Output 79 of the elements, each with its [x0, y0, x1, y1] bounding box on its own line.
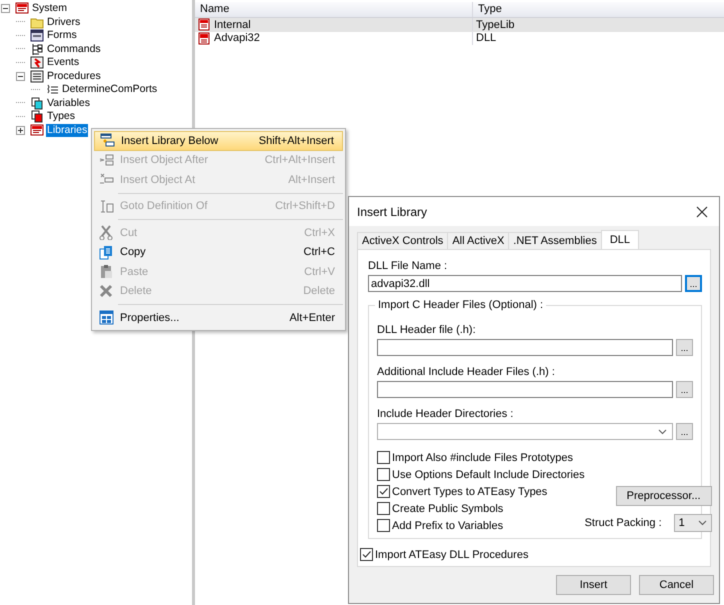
- dialog-button[interactable]: Insert: [556, 575, 631, 595]
- chevron-down-icon: [698, 520, 707, 526]
- list-row[interactable]: Advapi32 DLL: [195, 32, 724, 45]
- text-cursor-icon: [98, 198, 114, 214]
- tree-item[interactable]: Commands: [46, 42, 102, 56]
- input-field[interactable]: advapi32.dll: [368, 275, 682, 292]
- clipboard-icon: [98, 264, 114, 280]
- collapse-icon[interactable]: [1, 4, 10, 14]
- checkbox[interactable]: [377, 451, 390, 464]
- close-icon: [696, 206, 708, 218]
- field-label: Struct Packing :: [584, 517, 662, 529]
- dialog-button[interactable]: Cancel: [639, 575, 714, 595]
- column-header[interactable]: Name: [195, 2, 473, 17]
- list-row[interactable]: Internal TypeLib: [195, 18, 724, 32]
- menu-item[interactable]: Insert Library Below Shift+Alt+Insert: [94, 131, 343, 150]
- scissors-icon: [98, 225, 114, 240]
- table-cell: DLL: [476, 32, 496, 44]
- table-cell: Advapi32: [214, 32, 260, 44]
- window-icon: [15, 2, 29, 16]
- delete-icon: [98, 284, 114, 299]
- variable-icon: [30, 96, 44, 110]
- library-icon: [198, 32, 210, 45]
- tree-item[interactable]: Drivers: [46, 16, 82, 29]
- menu-item[interactable]: Properties... Alt+Enter: [94, 308, 343, 328]
- checkbox-label: Create Public Symbols: [392, 502, 504, 514]
- copy-icon: [98, 244, 114, 260]
- browse-button[interactable]: ...: [676, 339, 693, 356]
- input-field[interactable]: [377, 381, 673, 398]
- input-field[interactable]: [377, 339, 673, 356]
- tree-item[interactable]: Procedures: [46, 70, 102, 83]
- tab[interactable]: DLL: [600, 230, 640, 249]
- dropdown[interactable]: 1: [674, 514, 712, 532]
- field-label: Additional Include Header Files (.h) :: [377, 366, 556, 378]
- checkbox[interactable]: [377, 502, 390, 515]
- field-label: DLL File Name :: [368, 260, 448, 272]
- field-label: DLL Header file (.h):: [377, 324, 477, 336]
- tree-item[interactable]: Types: [46, 110, 76, 124]
- table-cell: TypeLib: [476, 18, 515, 31]
- form-icon: [30, 29, 44, 42]
- column-header[interactable]: Type: [473, 2, 724, 17]
- collapse-icon[interactable]: [16, 72, 25, 81]
- procedure-icon: [45, 83, 59, 96]
- checkbox-label: Import ATEasy DLL Procedures: [375, 548, 528, 560]
- checkbox[interactable]: [377, 468, 390, 481]
- tree-item[interactable]: System: [31, 2, 68, 16]
- group-title: Import C Header Files (Optional) :: [375, 299, 546, 311]
- checkbox[interactable]: [377, 519, 390, 532]
- tree-item[interactable]: Events: [46, 56, 80, 70]
- type-icon: [30, 110, 44, 124]
- preprocessor-button[interactable]: Preprocessor...: [616, 486, 712, 506]
- browse-button[interactable]: ...: [676, 381, 693, 398]
- insert-icon: [98, 152, 114, 168]
- checkbox-label: Import Also #include Files Prototypes: [392, 452, 573, 464]
- insert-icon: [100, 133, 114, 148]
- checkbox[interactable]: [377, 485, 390, 498]
- menu-item[interactable]: Copy Ctrl+C: [94, 242, 343, 262]
- folder-icon: [30, 16, 44, 29]
- table-cell: Internal: [214, 18, 251, 31]
- tab[interactable]: ActiveX Controls: [357, 232, 448, 249]
- tree-item[interactable]: Forms: [46, 29, 78, 42]
- library-icon: [198, 18, 210, 32]
- expand-icon[interactable]: [16, 126, 25, 135]
- chevron-down-icon: [658, 428, 667, 434]
- browse-button[interactable]: ...: [676, 423, 693, 440]
- tree-item[interactable]: DetermineComPorts: [61, 83, 158, 96]
- lightning-icon: [30, 56, 44, 70]
- tree-item[interactable]: Libraries: [46, 124, 88, 137]
- window-icon: [30, 124, 44, 137]
- list-icon: [30, 70, 44, 83]
- checkbox-label: Convert Types to ATEasy Types: [392, 486, 548, 498]
- checkbox-label: Use Options Default Include Directories: [392, 468, 585, 480]
- checkbox[interactable]: [360, 548, 373, 561]
- window-title: Insert Library: [357, 204, 428, 218]
- properties-icon: [98, 310, 114, 326]
- tree-item[interactable]: Variables: [46, 96, 91, 110]
- checkbox-label: Add Prefix to Variables: [392, 520, 504, 532]
- field-label: Include Header Directories :: [377, 408, 514, 420]
- browse-button[interactable]: ...: [685, 275, 702, 292]
- hierarchy-icon: [30, 42, 44, 56]
